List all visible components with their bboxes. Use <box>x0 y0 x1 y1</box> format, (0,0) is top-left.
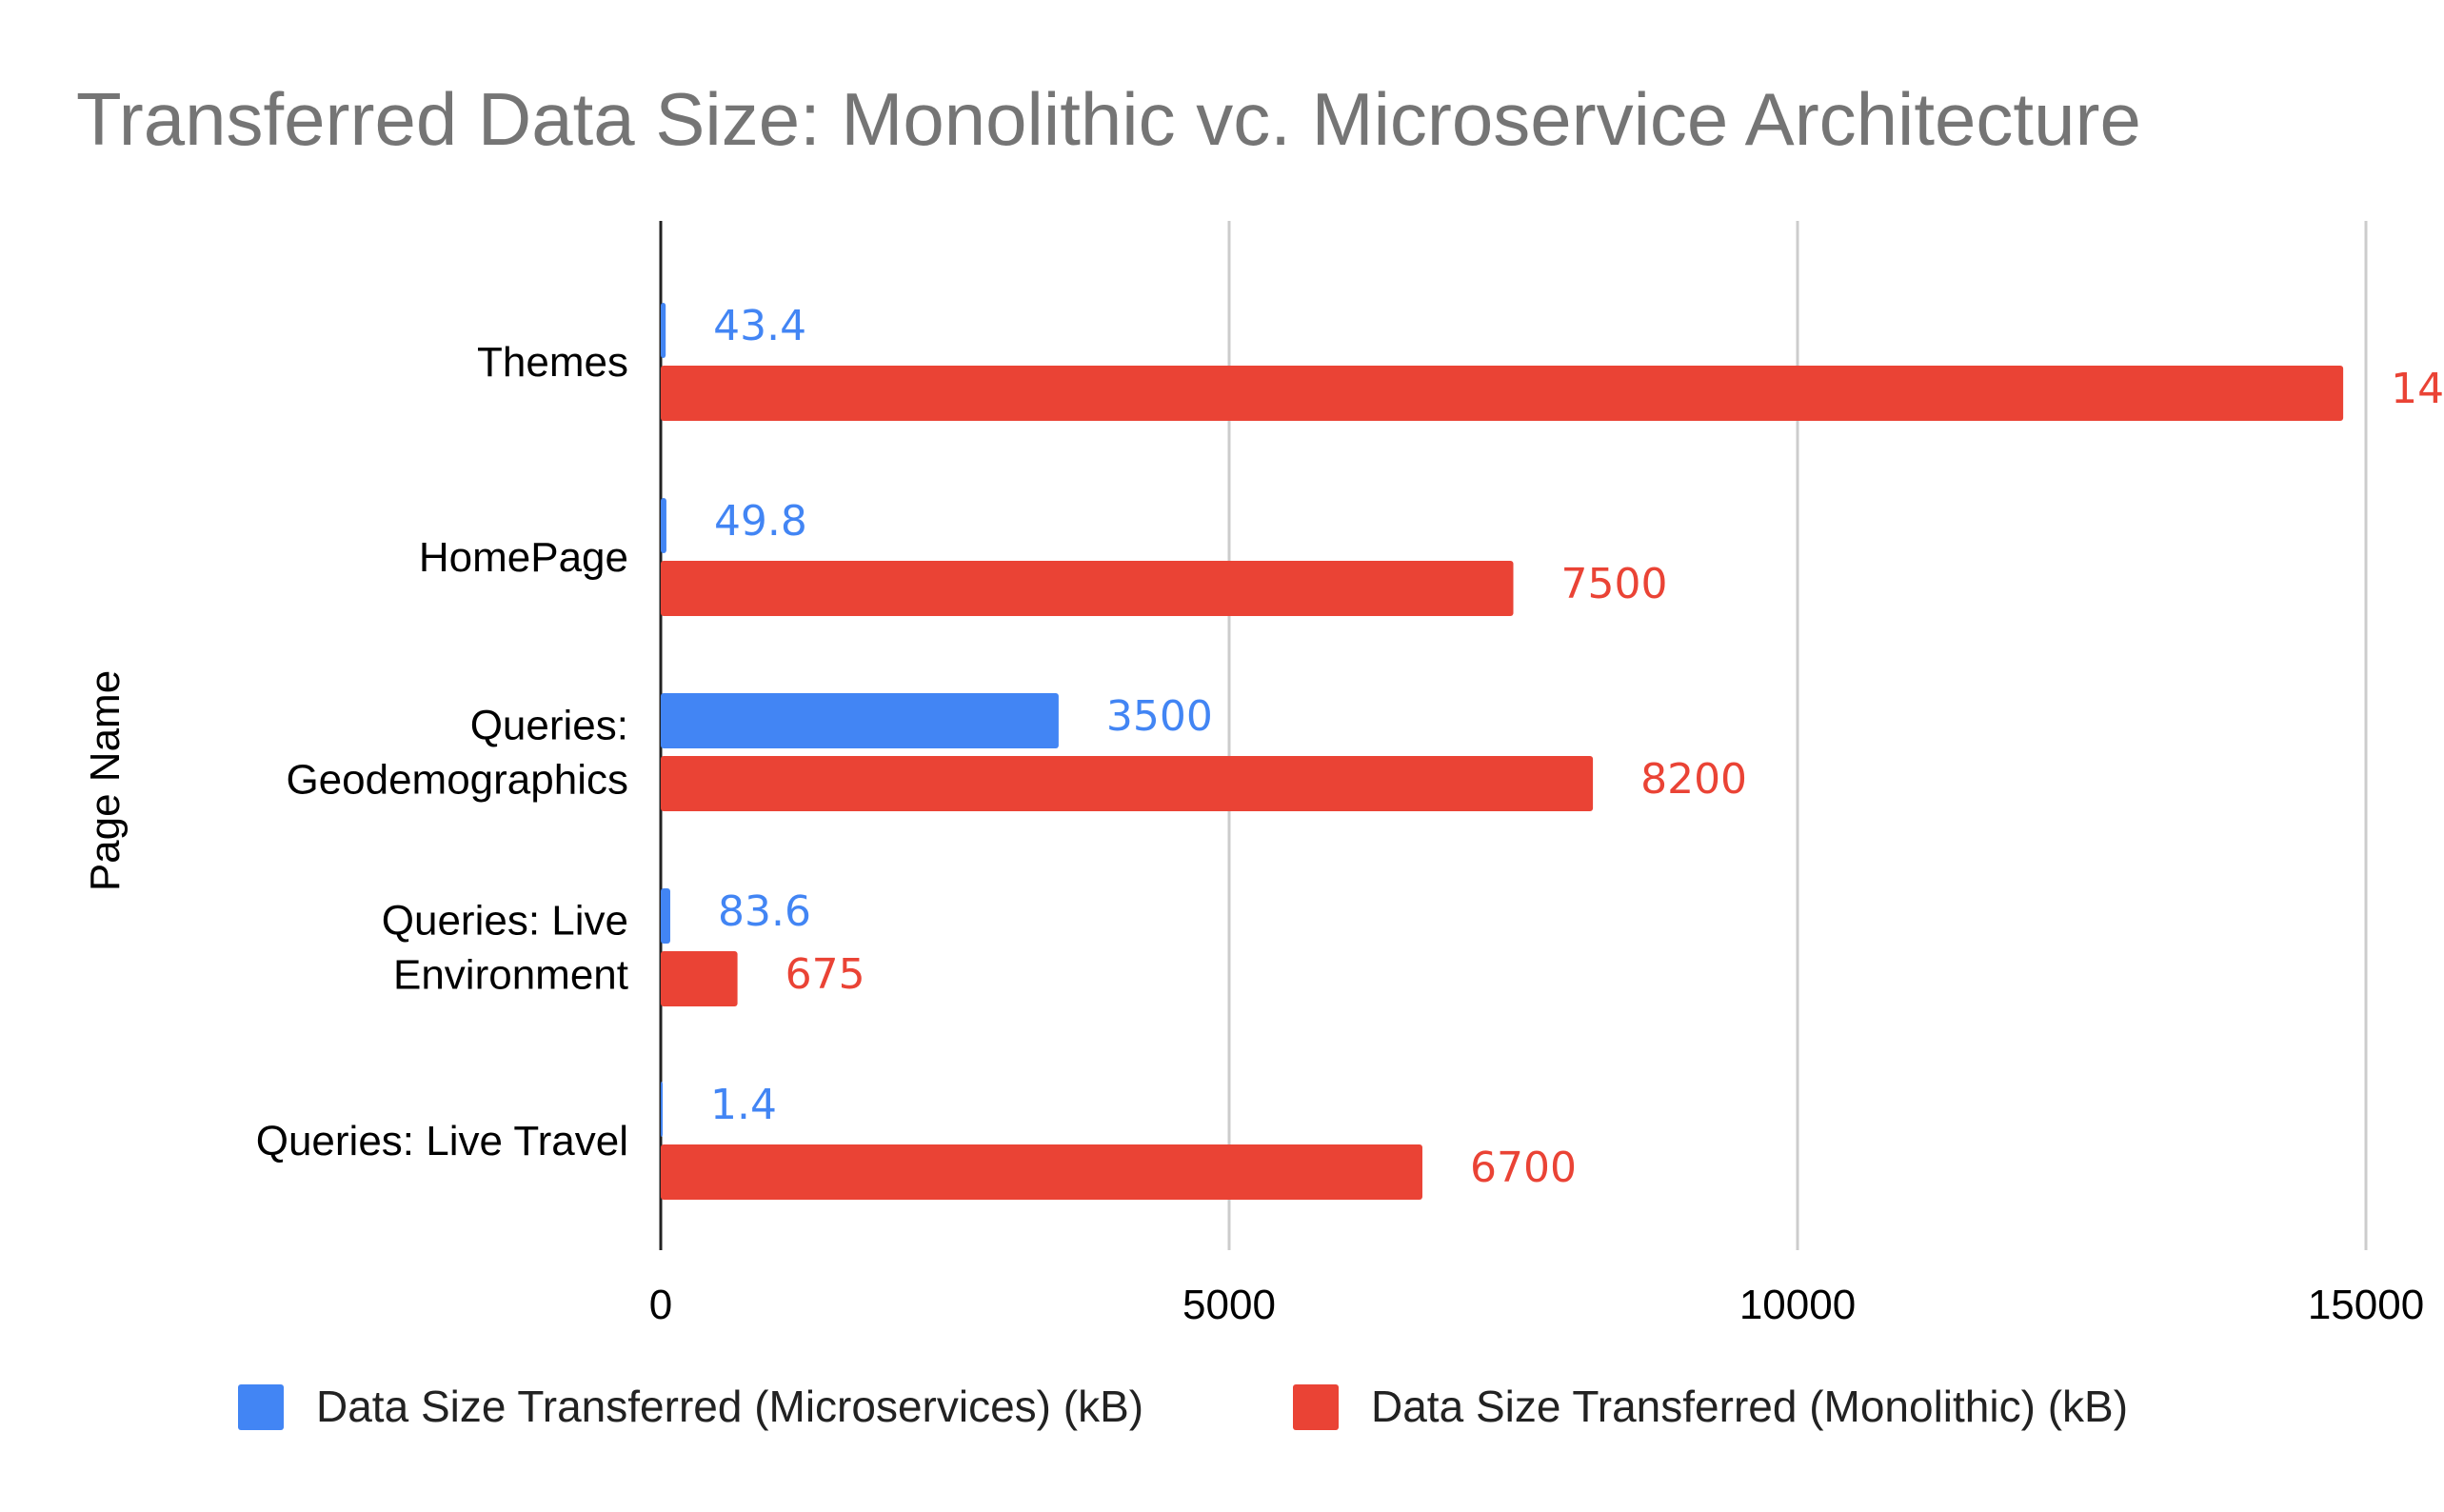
x-tick-label: 0 <box>649 1282 672 1328</box>
chart-title: Transferred Data Size: Monolithic vc. Mi… <box>76 77 2141 161</box>
bar <box>661 951 738 1006</box>
category-label: Queries: Geodemographics <box>286 703 628 804</box>
data-label: 8200 <box>1640 755 1747 804</box>
x-tick-label: 5000 <box>1182 1282 1276 1328</box>
bar <box>661 888 670 944</box>
data-label: 83.6 <box>718 887 811 936</box>
data-label: 675 <box>785 950 865 999</box>
y-axis-label: Page Name <box>82 670 129 891</box>
data-label: 3500 <box>1106 692 1213 741</box>
bar <box>661 1082 663 1137</box>
data-label: 43.4 <box>713 302 806 350</box>
data-label: 49.8 <box>714 497 807 546</box>
legend: Data Size Transferred (Microservices) (k… <box>238 1382 2128 1431</box>
data-label: 14800 <box>2391 365 2444 413</box>
category-labels: Themes HomePage Queries: Geodemographics Que… <box>256 339 628 1164</box>
bar <box>661 693 1059 748</box>
x-tick-labels: 0 5000 10000 15000 <box>649 1282 2424 1328</box>
legend-swatch <box>238 1384 284 1430</box>
category-label: Queries: Live Travel <box>256 1118 628 1164</box>
legend-label: Data Size Transferred (Microservices) (k… <box>316 1382 1143 1431</box>
data-label: 6700 <box>1470 1144 1577 1192</box>
x-tick-label: 10000 <box>1739 1282 1856 1328</box>
bars <box>661 303 2344 1200</box>
legend-label: Data Size Transferred (Monolithic) (kB) <box>1371 1382 2128 1431</box>
bar <box>661 366 2344 421</box>
x-tick-label: 15000 <box>2308 1282 2424 1328</box>
data-label: 1.4 <box>710 1081 777 1129</box>
category-label: Queries: Live Environment <box>382 898 628 999</box>
bar <box>661 756 1594 811</box>
bar <box>661 303 666 358</box>
data-label: 7500 <box>1561 560 1668 608</box>
bar <box>661 498 666 553</box>
bar <box>661 561 1514 616</box>
bar <box>661 1144 1422 1200</box>
chart: Transferred Data Size: Monolithic vc. Mi… <box>76 77 2444 1431</box>
category-label: HomePage <box>419 534 628 581</box>
legend-swatch <box>1293 1384 1339 1430</box>
category-label: Themes <box>477 339 628 386</box>
